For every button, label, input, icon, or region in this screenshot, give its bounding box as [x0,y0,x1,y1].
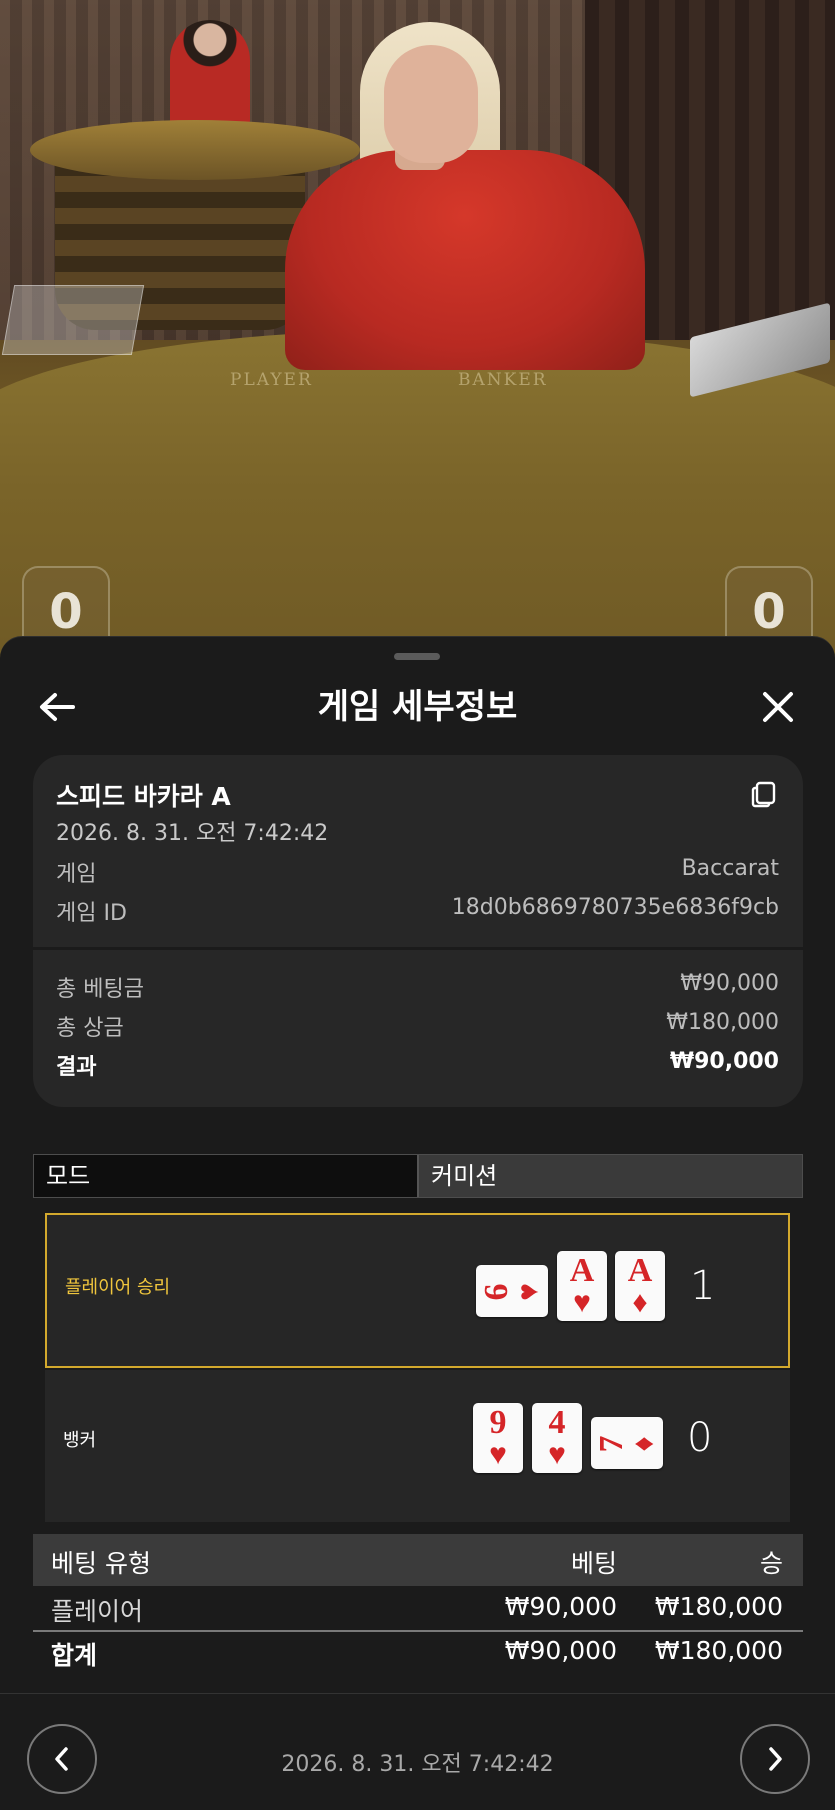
detail-value: 18d0b6869780735e6836f9cb [451,895,779,920]
total-label: 결과 [56,1055,97,1080]
table-label-banker: BANKER [458,370,548,390]
total-bet-cell: ₩90,000 [504,1636,617,1665]
total-win-cell: ₩180,000 [654,1636,783,1665]
playing-card: A ♥ [557,1251,607,1321]
banker-result-row: 뱅커 9 ♥ 4 ♥ 7 ♦ 0 [45,1370,790,1522]
bets-table-header: 베팅 유형 베팅 승 [33,1534,803,1586]
total-value: ₩90,000 [680,971,779,996]
result-row: 결과 ₩90,000 [56,1049,779,1080]
dealer [285,150,645,370]
result-label: 플레이어 승리 [65,1277,171,1298]
detail-row-game: 게임 Baccarat [56,856,779,887]
detail-label: 게임 [56,862,97,887]
table-total-row: 합계 ₩90,000 ₩180,000 [33,1636,803,1678]
close-icon [763,692,793,722]
playing-card: 6 ♥ [476,1265,548,1317]
bet-amount-cell: ₩90,000 [504,1592,617,1621]
game-summary-card: 스피드 바카라 A 2026. 8. 31. 오전 7:42:42 게임 Bac… [33,755,803,1107]
banker-score: 0 [687,1415,713,1461]
dealer-face [384,45,478,163]
background-table [30,120,360,180]
table-label-player: PLAYER [230,370,313,390]
total-value: ₩180,000 [666,1010,779,1035]
total-label: 총 베팅금 [56,977,144,1002]
chevron-right-icon [769,1747,782,1771]
game-datetime: 2026. 8. 31. 오전 7:42:42 [56,821,329,846]
total-value: ₩90,000 [669,1049,779,1074]
tab-commission[interactable]: 커미션 [417,1155,802,1197]
playing-card: 7 ♦ [591,1417,663,1469]
table-divider [33,1630,803,1632]
tab-mode[interactable]: 모드 [34,1155,417,1197]
total-label: 총 상금 [56,1016,124,1041]
detail-row-game-id: 게임 ID 18d0b6869780735e6836f9cb [56,895,779,926]
result-label: 뱅커 [63,1430,97,1451]
next-round-button[interactable] [740,1724,810,1794]
win-amount-cell: ₩180,000 [654,1592,783,1621]
total-prize-row: 총 상금 ₩180,000 [56,1010,779,1041]
bet-type-cell: 플레이어 [51,1597,144,1626]
copy-button[interactable] [749,779,779,809]
column-header-win: 승 [759,1549,783,1578]
column-header-bet-type: 베팅 유형 [51,1549,151,1578]
footer-datetime: 2026. 8. 31. 오전 7:42:42 [281,1752,554,1777]
playing-card: 4 ♥ [532,1403,582,1473]
player-result-row: 플레이어 승리 6 ♥ A ♥ A ♦ 1 [45,1213,790,1368]
total-type-cell: 합계 [51,1641,98,1670]
discard-tray [1,285,145,355]
copy-icon [751,781,776,808]
playing-card: 9 ♥ [473,1403,523,1473]
game-name: 스피드 바카라 A [56,782,231,811]
column-header-bet: 베팅 [570,1549,617,1578]
game-details-sheet: 게임 세부정보 스피드 바카라 A 2026. 8. 31. 오전 7:42:4… [0,636,835,1810]
background-dealer [170,20,250,130]
player-score: 1 [690,1263,716,1309]
mode-tabs: 모드 커미션 [33,1154,803,1198]
detail-label: 게임 ID [56,901,127,926]
back-button[interactable] [27,677,87,737]
live-video-feed: PLAYER BANKER 0 0 [0,0,835,660]
arrow-left-icon [40,693,75,721]
history-footer: 2026. 8. 31. 오전 7:42:42 [0,1693,835,1810]
page-title: 게임 세부정보 [317,687,518,727]
card-divider [33,947,803,950]
total-bet-row: 총 베팅금 ₩90,000 [56,971,779,1002]
playing-card: A ♦ [615,1251,665,1321]
sheet-drag-handle[interactable] [394,653,440,660]
table-row: 플레이어 ₩90,000 ₩180,000 [33,1592,803,1634]
close-button[interactable] [748,677,808,737]
detail-value: Baccarat [681,856,779,881]
